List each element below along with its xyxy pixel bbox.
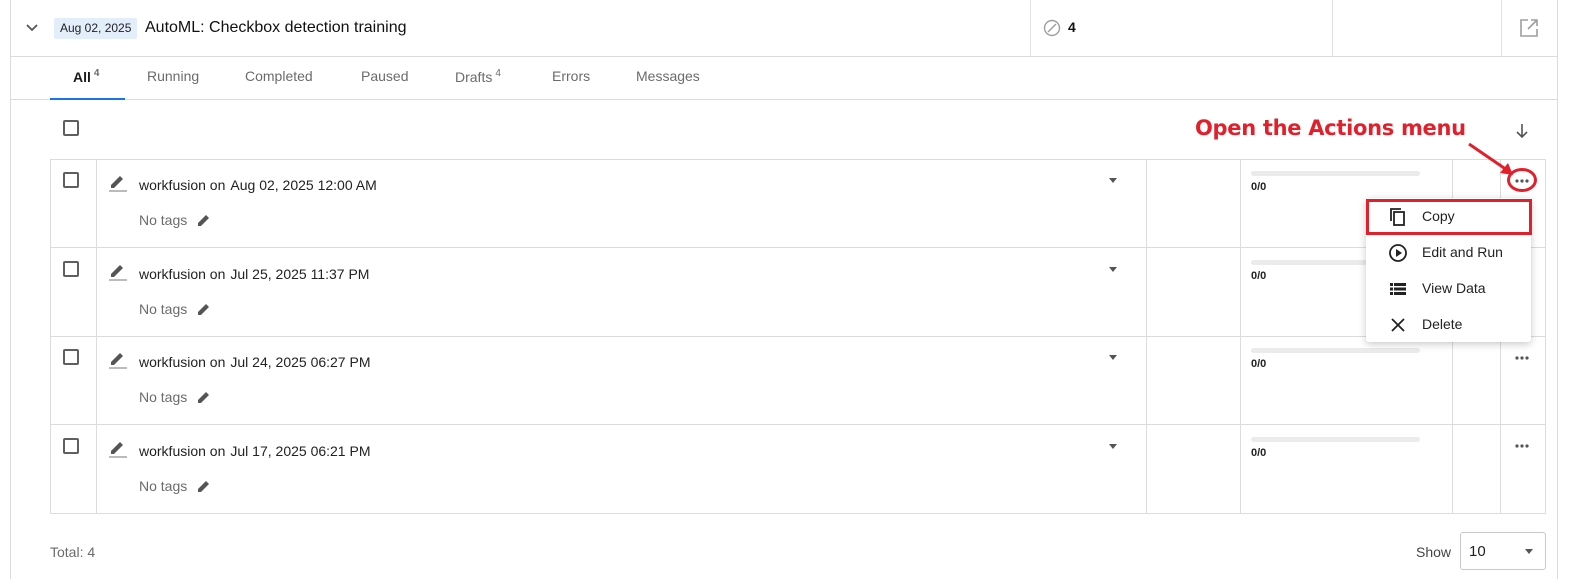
frame-right-border xyxy=(1557,0,1558,579)
tab-drafts[interactable]: Drafts 4 xyxy=(455,68,501,85)
progress-bar xyxy=(1251,348,1420,353)
tags-label: No tags xyxy=(139,301,188,317)
more-actions-icon[interactable] xyxy=(1514,355,1530,361)
tab-label: Paused xyxy=(361,68,409,84)
edit-pencil-icon[interactable] xyxy=(107,437,129,459)
progress-text: 0/0 xyxy=(1251,181,1267,193)
edit-pencil-icon[interactable] xyxy=(107,171,129,193)
tab-label: Errors xyxy=(552,68,591,84)
tags-label: No tags xyxy=(139,212,188,228)
caret-down-icon xyxy=(1525,549,1533,554)
more-actions-icon[interactable] xyxy=(1514,443,1530,449)
tab-messages[interactable]: Messages xyxy=(636,68,700,84)
menu-item-delete[interactable]: Delete xyxy=(1366,307,1531,343)
copy-highlight-box xyxy=(1366,199,1532,235)
edit-pencil-icon[interactable] xyxy=(107,348,129,370)
page-size-value: 10 xyxy=(1469,543,1486,560)
select-all-checkbox[interactable] xyxy=(63,120,79,136)
column-divider xyxy=(1240,159,1241,514)
tab-completed[interactable]: Completed xyxy=(245,68,313,84)
menu-item-label: View Data xyxy=(1422,280,1486,296)
row-checkbox[interactable] xyxy=(63,261,79,277)
menu-item-label: Edit and Run xyxy=(1422,244,1503,260)
status-count: 4 xyxy=(1068,19,1076,35)
run-datetime: Aug 02, 2025 12:00 AM xyxy=(230,177,377,193)
progress-bar xyxy=(1251,171,1420,176)
tab-errors[interactable]: Errors xyxy=(552,68,590,84)
run-author: workfusion on xyxy=(139,354,226,370)
close-icon xyxy=(1391,318,1405,332)
tags-label: No tags xyxy=(139,478,188,494)
run-datetime: Jul 25, 2025 11:37 PM xyxy=(230,266,370,282)
tab-label: All xyxy=(73,69,91,85)
page-size-label: Show xyxy=(1416,544,1452,560)
row-divider xyxy=(50,424,1546,425)
tags-label: No tags xyxy=(139,389,188,405)
edit-tags-icon[interactable] xyxy=(197,479,211,493)
active-tab-indicator xyxy=(50,98,125,100)
header-divider xyxy=(1501,0,1502,56)
row-checkbox[interactable] xyxy=(63,438,79,454)
run-author: workfusion on xyxy=(139,266,226,282)
tab-label: Completed xyxy=(245,68,313,84)
annotation-circle xyxy=(1507,168,1537,192)
run-author-date: workfusion on Jul 25, 2025 11:37 PM xyxy=(139,266,369,282)
header-divider xyxy=(1030,0,1031,56)
date-badge: Aug 02, 2025 xyxy=(54,18,138,39)
play-circle-icon xyxy=(1389,244,1407,262)
tab-paused[interactable]: Paused xyxy=(361,68,408,84)
tab-all[interactable]: All 4 xyxy=(73,68,99,85)
column-divider xyxy=(1146,159,1147,514)
run-author-date: workfusion on Aug 02, 2025 12:00 AM xyxy=(139,177,377,193)
menu-item-view-data[interactable]: View Data xyxy=(1366,271,1531,307)
run-author: workfusion on xyxy=(139,443,226,459)
progress-text: 0/0 xyxy=(1251,358,1267,370)
progress-text: 0/0 xyxy=(1251,447,1267,459)
run-author: workfusion on xyxy=(139,177,226,193)
edit-tags-icon[interactable] xyxy=(197,213,211,227)
progress-bar xyxy=(1251,437,1420,442)
run-author-date: workfusion on Jul 17, 2025 06:21 PM xyxy=(139,443,371,459)
edit-pencil-icon[interactable] xyxy=(107,260,129,282)
process-title: AutoML: Checkbox detection training xyxy=(145,19,407,36)
caret-down-icon[interactable] xyxy=(1109,444,1117,449)
caret-down-icon[interactable] xyxy=(1109,355,1117,360)
tab-label: Messages xyxy=(636,68,700,84)
tab-label: Running xyxy=(147,68,200,84)
run-datetime: Jul 24, 2025 06:27 PM xyxy=(230,354,371,370)
row-checkbox[interactable] xyxy=(63,349,79,365)
run-author-date: workfusion on Jul 24, 2025 06:27 PM xyxy=(139,354,371,370)
header-divider xyxy=(1332,0,1333,56)
list-icon xyxy=(1390,283,1406,295)
blocked-status-icon xyxy=(1043,19,1061,37)
tab-label: Drafts xyxy=(455,69,493,85)
caret-down-icon[interactable] xyxy=(1109,267,1117,272)
tab-running[interactable]: Running xyxy=(147,68,199,84)
annotation-label: Open the Actions menu xyxy=(1195,116,1466,140)
row-divider xyxy=(50,247,1546,248)
edit-tags-icon[interactable] xyxy=(197,390,211,404)
total-count: Total: 4 xyxy=(50,544,96,560)
row-checkbox[interactable] xyxy=(63,172,79,188)
progress-text: 0/0 xyxy=(1251,270,1267,282)
page-size-select[interactable]: 10 xyxy=(1460,532,1546,570)
tabs-bar xyxy=(11,57,1557,100)
chevron-down-icon[interactable] xyxy=(24,19,40,35)
menu-item-edit-and-run[interactable]: Edit and Run xyxy=(1366,235,1531,271)
tab-count: 4 xyxy=(495,68,501,79)
run-datetime: Jul 17, 2025 06:21 PM xyxy=(230,443,371,459)
caret-down-icon[interactable] xyxy=(1109,178,1117,183)
row-divider xyxy=(50,336,1546,337)
column-divider xyxy=(96,159,97,514)
menu-item-label: Delete xyxy=(1422,316,1463,332)
sort-arrow-down-icon[interactable] xyxy=(1514,122,1530,140)
edit-tags-icon[interactable] xyxy=(197,302,211,316)
tab-count: 4 xyxy=(93,68,100,79)
progress-bar xyxy=(1251,260,1367,265)
open-in-new-icon[interactable] xyxy=(1519,18,1539,38)
